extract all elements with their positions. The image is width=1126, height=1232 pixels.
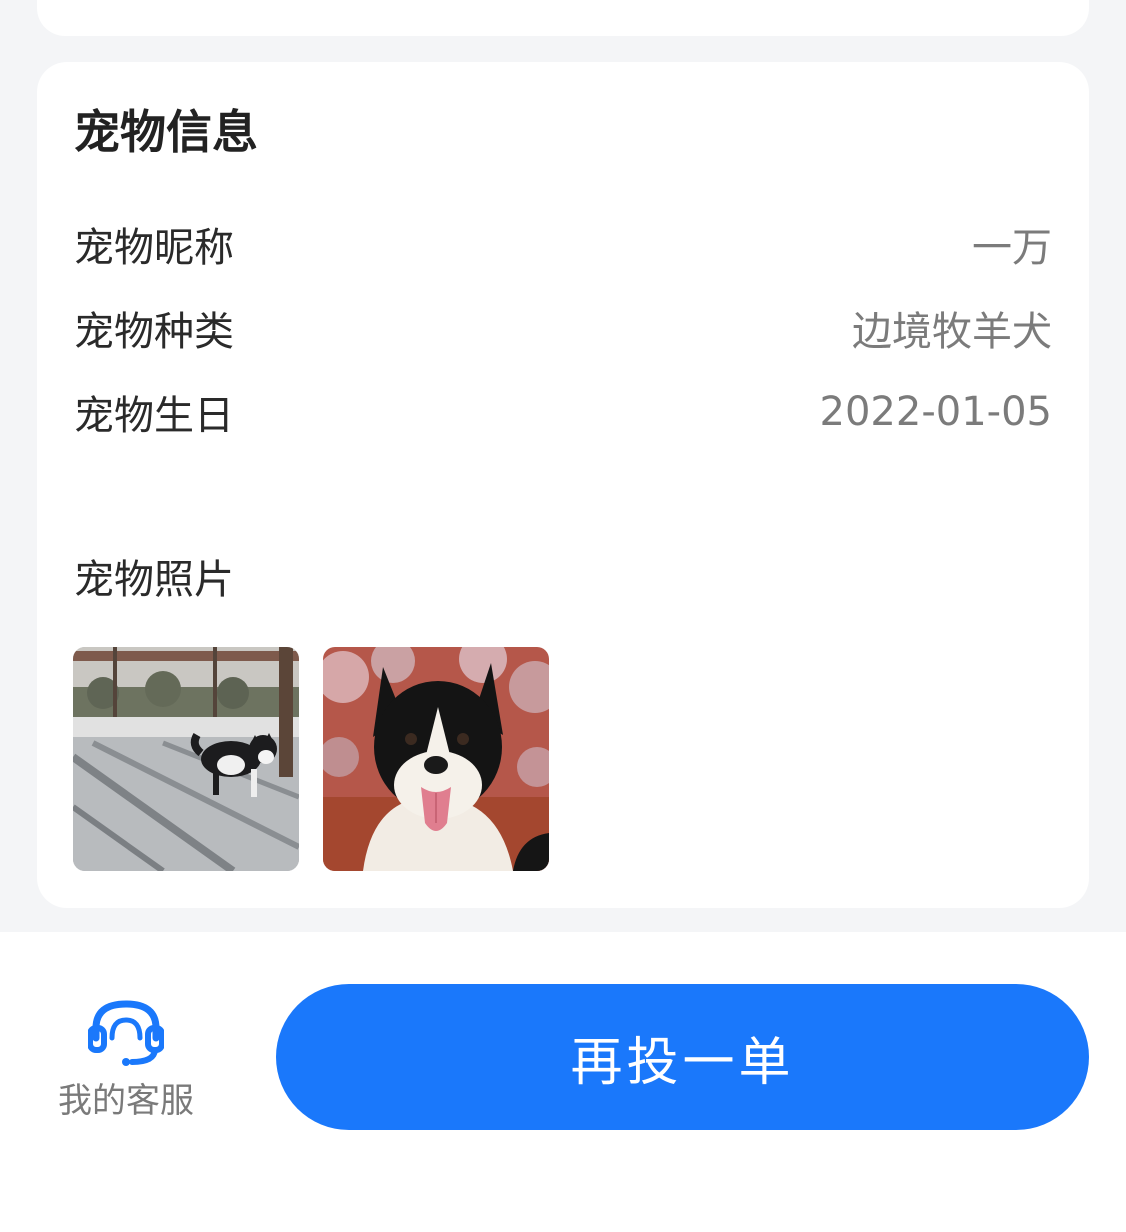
photos-label: 宠物照片 [74,557,234,603]
customer-service-label: 我的客服 [58,1081,194,1121]
headset-icon [87,998,165,1072]
previous-card [37,0,1089,36]
reorder-button[interactable]: 再投一单 [276,984,1089,1130]
breed-label: 宠物种类 [74,309,234,355]
info-row-nickname: 宠物昵称 一万 [74,214,1052,274]
breed-value: 边境牧羊犬 [852,309,1052,355]
nickname-value: 一万 [972,225,1052,271]
info-row-birthday: 宠物生日 2022-01-05 [74,382,1052,442]
nickname-label: 宠物昵称 [74,225,234,271]
section-title: 宠物信息 [74,105,258,159]
pet-photo-portrait[interactable] [323,647,549,871]
birthday-value: 2022-01-05 [819,389,1052,435]
pet-photo-running[interactable] [73,647,299,871]
bottom-action-bar: 我的客服 再投一单 [0,932,1126,1232]
birthday-label: 宠物生日 [74,393,234,439]
customer-service-button[interactable]: 我的客服 [40,998,212,1138]
info-row-breed: 宠物种类 边境牧羊犬 [74,298,1052,358]
pet-info-card: 宠物信息 宠物昵称 一万 宠物种类 边境牧羊犬 宠物生日 2022-01-05 … [37,62,1089,908]
